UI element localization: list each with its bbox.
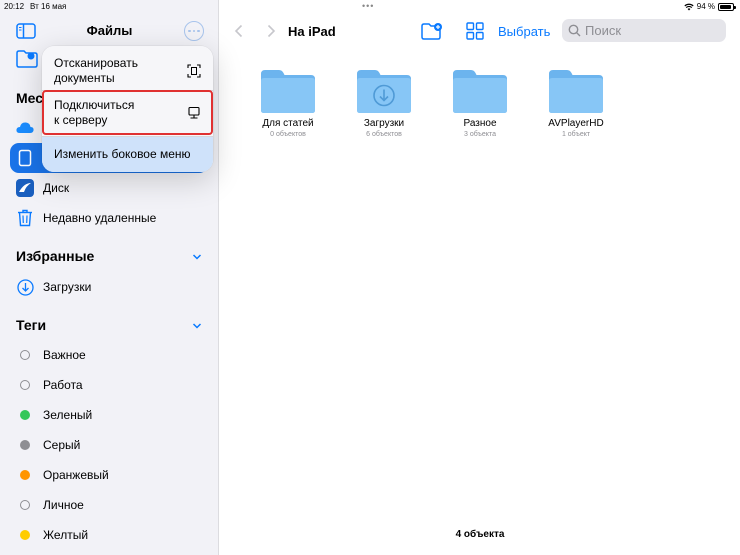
folder-name: Разное [463,118,497,129]
tag-label: Серый [43,438,81,452]
tag-dot-icon [20,530,30,540]
folder-icon [261,70,315,113]
select-button[interactable]: Выбрать [498,24,550,39]
item-count: 4 объекта [455,529,505,540]
menu-item-label: Изменить боковое меню [54,147,191,161]
chevron-down-icon[interactable] [192,321,202,331]
sidebar-item-label: Диск [43,181,70,195]
battery-percent: 94 % [696,2,715,11]
folder-name: AVPlayerHD [548,118,604,129]
drive-icon [16,179,34,197]
downloads-folder-icon [357,70,411,113]
tag-dot-icon [20,410,30,420]
tag-item[interactable]: Важное [16,344,86,366]
menu-item-label: Отсканировать документы [54,56,138,85]
folder-badge-icon [16,50,38,68]
tag-label: Работа [43,378,83,392]
sidebar-item-downloads[interactable]: Загрузки [16,276,91,298]
scan-icon [187,64,201,78]
status-bar: 20:12 Вт 16 мая ••• 94 % [0,0,740,14]
toolbar: На iPad Выбрать Поиск [220,14,740,48]
search-placeholder: Поиск [585,23,622,38]
sidebar-item-label: Загрузки [43,280,92,294]
favorites-section-title[interactable]: Избранные [16,248,94,264]
battery-icon [718,2,736,11]
folder-icon [453,70,507,113]
tag-item[interactable]: Личное [16,494,84,516]
page-title: На iPad [288,24,336,39]
tag-item[interactable]: Оранжевый [16,464,109,486]
sidebar-item-label: Недавно удаленные [43,211,157,225]
folder-count: 0 объектов [270,131,306,138]
tag-item[interactable]: Серый [16,434,80,456]
back-arrow-icon[interactable] [234,24,244,38]
tag-item[interactable]: Зеленый [16,404,92,426]
folder-name: Загрузки [363,118,405,129]
tag-dot-icon [20,380,30,390]
tag-item[interactable]: Желтый [16,524,88,546]
tag-dot-icon [20,350,30,360]
tag-dot-icon [20,470,30,480]
locations-section-title: Мес [16,90,44,106]
highlight-annotation [42,90,213,135]
icloud-icon[interactable] [16,121,34,135]
more-options-icon[interactable] [184,21,204,41]
tag-label: Важное [43,348,86,362]
forward-arrow-icon[interactable] [266,24,276,38]
folder-item[interactable]: Разное 3 объекта [440,68,520,138]
folder-name: Для статей [262,118,314,129]
folder-count: 1 объект [561,131,591,138]
search-input[interactable]: Поиск [562,19,726,42]
status-time: 20:12 [4,2,25,11]
folder-item[interactable]: AVPlayerHD 1 объект [536,68,616,138]
sidebar-item-drive[interactable]: Диск [16,177,69,199]
multitasking-dots-icon[interactable]: ••• [362,1,374,11]
tag-label: Желтый [43,528,89,542]
folder-icon [549,70,603,113]
tag-item[interactable]: Работа [16,374,83,396]
status-date: Вт 16 мая [30,2,67,11]
folder-item[interactable]: Для статей 0 объектов [248,68,328,138]
tag-label: Личное [43,498,84,512]
trash-icon [18,209,32,227]
download-icon [16,278,34,296]
menu-item-edit-sidebar[interactable]: Изменить боковое меню [42,137,213,172]
menu-item-scan-documents[interactable]: Отсканировать документы [42,52,213,90]
tags-section-title[interactable]: Теги [16,317,46,333]
sidebar-item-trash[interactable]: Недавно удаленные [16,207,156,229]
tag-label: Зеленый [43,408,93,422]
tag-dot-icon [20,440,30,450]
folder-item[interactable]: Загрузки 6 объектов [344,68,424,138]
search-icon [568,24,581,37]
grid-view-icon[interactable] [464,21,486,41]
new-folder-icon[interactable] [421,21,443,41]
sidebar-header: Файлы [0,14,219,48]
wifi-icon [684,3,694,10]
tag-dot-icon [20,500,30,510]
folder-count: 6 объектов [366,131,402,138]
tag-label: Оранжевый [43,468,109,482]
ipad-icon [18,149,32,167]
chevron-down-icon[interactable] [192,252,202,262]
folder-count: 3 объекта [464,131,496,138]
